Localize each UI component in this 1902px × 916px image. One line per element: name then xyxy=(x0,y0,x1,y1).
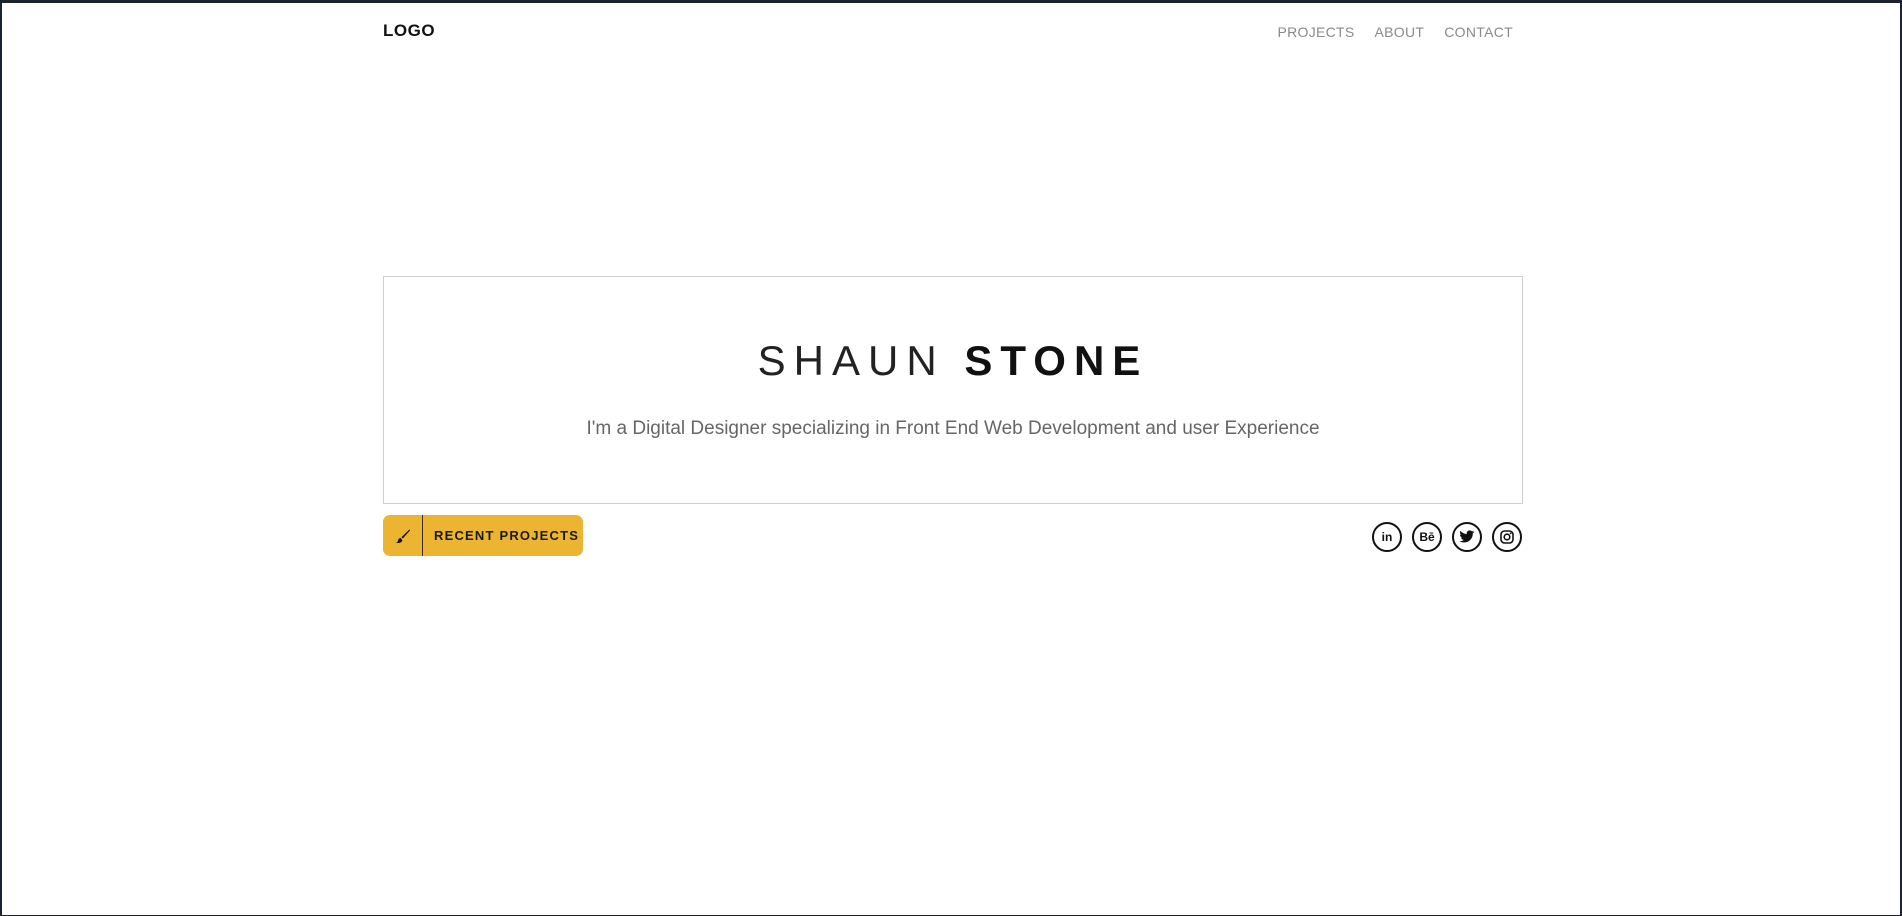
nav-about[interactable]: ABOUT xyxy=(1375,24,1425,40)
recent-projects-button[interactable]: RECENT PROJECTS xyxy=(383,515,583,556)
hero-box: SHAUN STONE I'm a Digital Designer speci… xyxy=(383,276,1523,504)
site-header: LOGO PROJECTS ABOUT CONTACT xyxy=(383,3,1524,63)
recent-projects-label: RECENT PROJECTS xyxy=(434,528,580,543)
social-links: in Bē xyxy=(1372,522,1522,552)
linkedin-text: in xyxy=(1381,530,1393,544)
behance-icon[interactable]: Bē xyxy=(1412,522,1442,552)
instagram-icon[interactable] xyxy=(1492,522,1522,552)
behance-text: Bē xyxy=(1419,530,1435,544)
nav-contact[interactable]: CONTACT xyxy=(1444,24,1513,40)
hero-tagline: I'm a Digital Designer specializing in F… xyxy=(586,418,1320,439)
twitter-icon[interactable] xyxy=(1452,522,1482,552)
main-nav: PROJECTS ABOUT CONTACT xyxy=(1277,24,1513,40)
nav-projects[interactable]: PROJECTS xyxy=(1277,24,1354,40)
linkedin-icon[interactable]: in xyxy=(1372,522,1402,552)
hero-last-name: STONE xyxy=(964,337,1149,384)
hero-first-name: SHAUN xyxy=(757,337,945,384)
browser-viewport: LOGO PROJECTS ABOUT CONTACT SHAUN STONE … xyxy=(2,2,1900,915)
hero-title: SHAUN STONE xyxy=(384,337,1522,385)
logo[interactable]: LOGO xyxy=(383,21,435,41)
paintbrush-icon xyxy=(383,515,423,556)
